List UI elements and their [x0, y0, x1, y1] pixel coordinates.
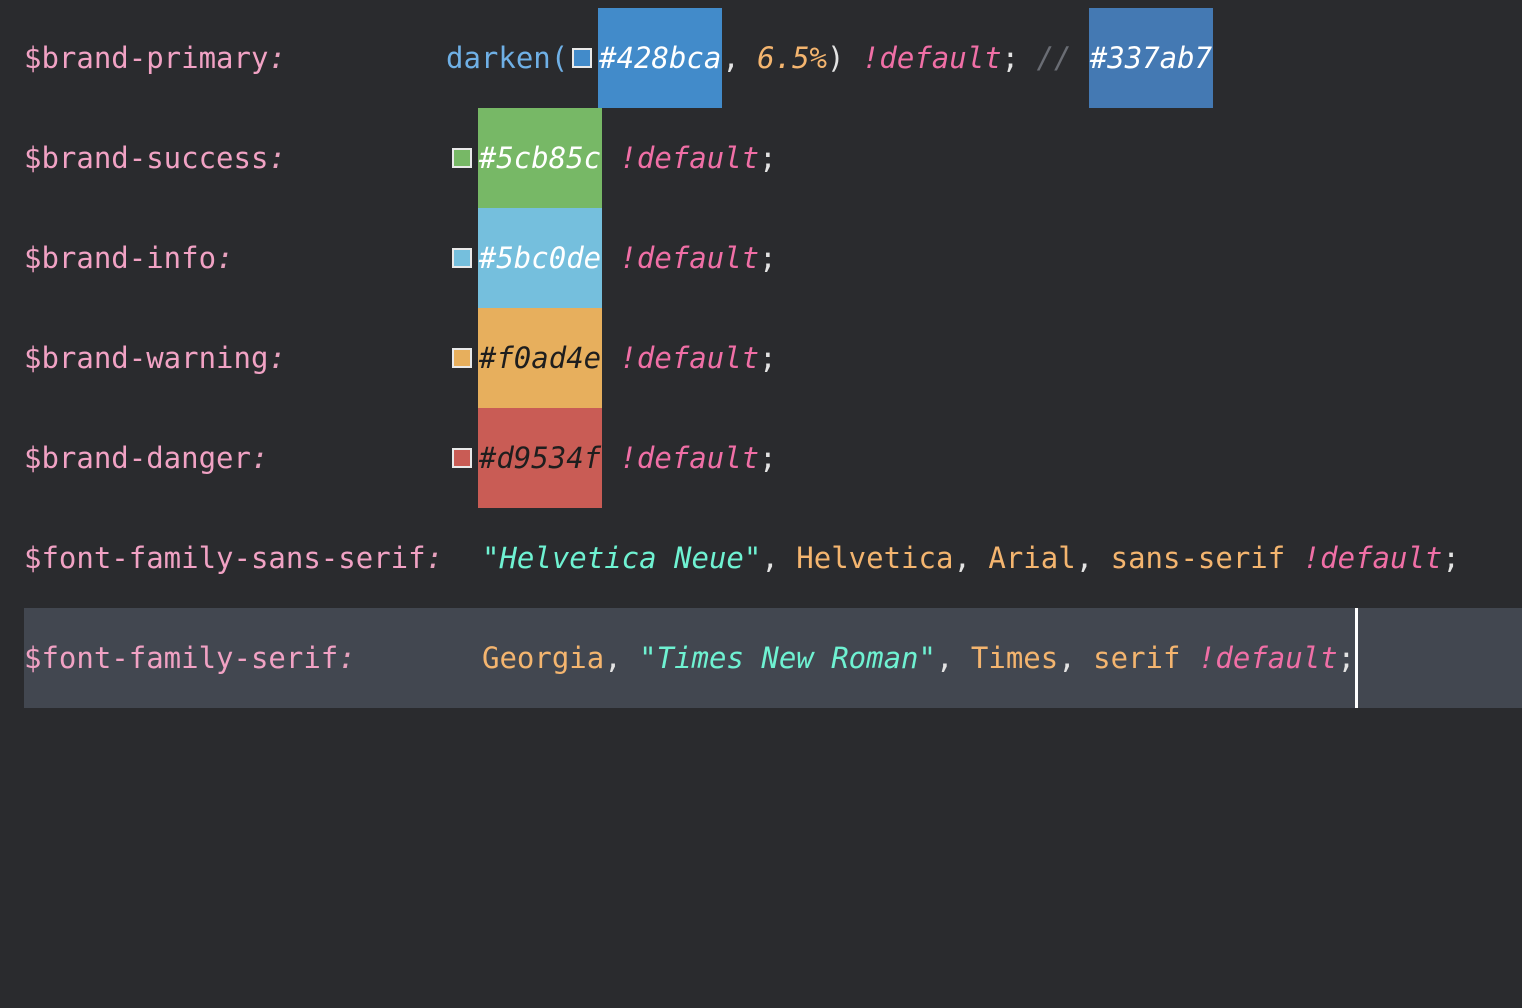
code-line[interactable]: $brand-primary: darken(#428bca, 6.5%) !d… — [0, 8, 1522, 108]
font-string: "Times New Roman" — [639, 641, 936, 675]
default-flag: !default — [1302, 541, 1443, 575]
variable-value: Georgia, "Times New Roman", Times, serif… — [482, 608, 1359, 708]
active-code-line[interactable]: $font-family-serif: Georgia, "Times New … — [24, 608, 1522, 708]
code-line[interactable]: $brand-danger: #d9534f !default; — [0, 408, 1522, 508]
variable-value: "Helvetica Neue", Helvetica, Arial, sans… — [482, 508, 1460, 608]
default-flag: !default — [619, 341, 760, 375]
function-name: darken( — [446, 41, 569, 75]
variable-name: $font-family-sans-serif: — [24, 541, 444, 575]
color-swatch-icon[interactable] — [452, 148, 472, 168]
default-flag: !default — [619, 441, 760, 475]
font-string: "Helvetica Neue" — [482, 541, 762, 575]
variable-value: #f0ad4e !default; — [452, 308, 777, 408]
font-name: serif — [1093, 641, 1181, 675]
color-swatch-icon[interactable] — [452, 448, 472, 468]
color-swatch-icon[interactable] — [572, 48, 593, 68]
font-name: Arial — [988, 541, 1076, 575]
variable-value: #5bc0de !default; — [452, 208, 777, 308]
variable-name: $font-family-serif: — [24, 641, 356, 675]
code-editor[interactable]: $brand-primary: darken(#428bca, 6.5%) !d… — [0, 8, 1522, 708]
default-flag: !default — [861, 41, 1002, 75]
color-swatch-icon[interactable] — [452, 248, 472, 268]
computed-color-value: #337ab7 — [1088, 8, 1213, 108]
color-hex-value: #f0ad4e — [478, 308, 602, 408]
darken-amount: 6.5% — [757, 41, 827, 75]
variable-value: #d9534f !default; — [452, 408, 777, 508]
color-hex-value: #428bca — [598, 8, 723, 108]
code-line[interactable]: $font-family-sans-serif: "Helvetica Neue… — [0, 508, 1522, 608]
variable-value: #5cb85c !default; — [452, 108, 777, 208]
text-cursor — [1355, 608, 1359, 708]
color-swatch-icon[interactable] — [452, 348, 472, 368]
font-name: sans-serif — [1110, 541, 1286, 575]
variable-name: $brand-danger: — [24, 441, 269, 475]
default-flag: !default — [619, 141, 760, 175]
variable-name: $brand-warning: — [24, 341, 286, 375]
comment-marker: // — [1036, 41, 1072, 75]
code-line[interactable]: $brand-warning: #f0ad4e !default; — [0, 308, 1522, 408]
font-name: Times — [970, 641, 1059, 675]
default-flag: !default — [1197, 641, 1338, 675]
code-line[interactable]: $brand-success: #5cb85c !default; — [0, 108, 1522, 208]
variable-value: darken(#428bca, 6.5%) !default; // #337a… — [446, 8, 1213, 108]
code-line[interactable]: $brand-info: #5bc0de !default; — [0, 208, 1522, 308]
color-hex-value: #d9534f — [478, 408, 602, 508]
variable-name: $brand-info: — [24, 241, 234, 275]
color-hex-value: #5cb85c — [478, 108, 602, 208]
default-flag: !default — [619, 241, 760, 275]
font-name: Georgia — [482, 641, 605, 675]
color-hex-value: #5bc0de — [478, 208, 602, 308]
variable-name: $brand-success: — [24, 141, 286, 175]
variable-name: $brand-primary: — [24, 41, 286, 75]
font-name: Helvetica — [796, 541, 954, 575]
